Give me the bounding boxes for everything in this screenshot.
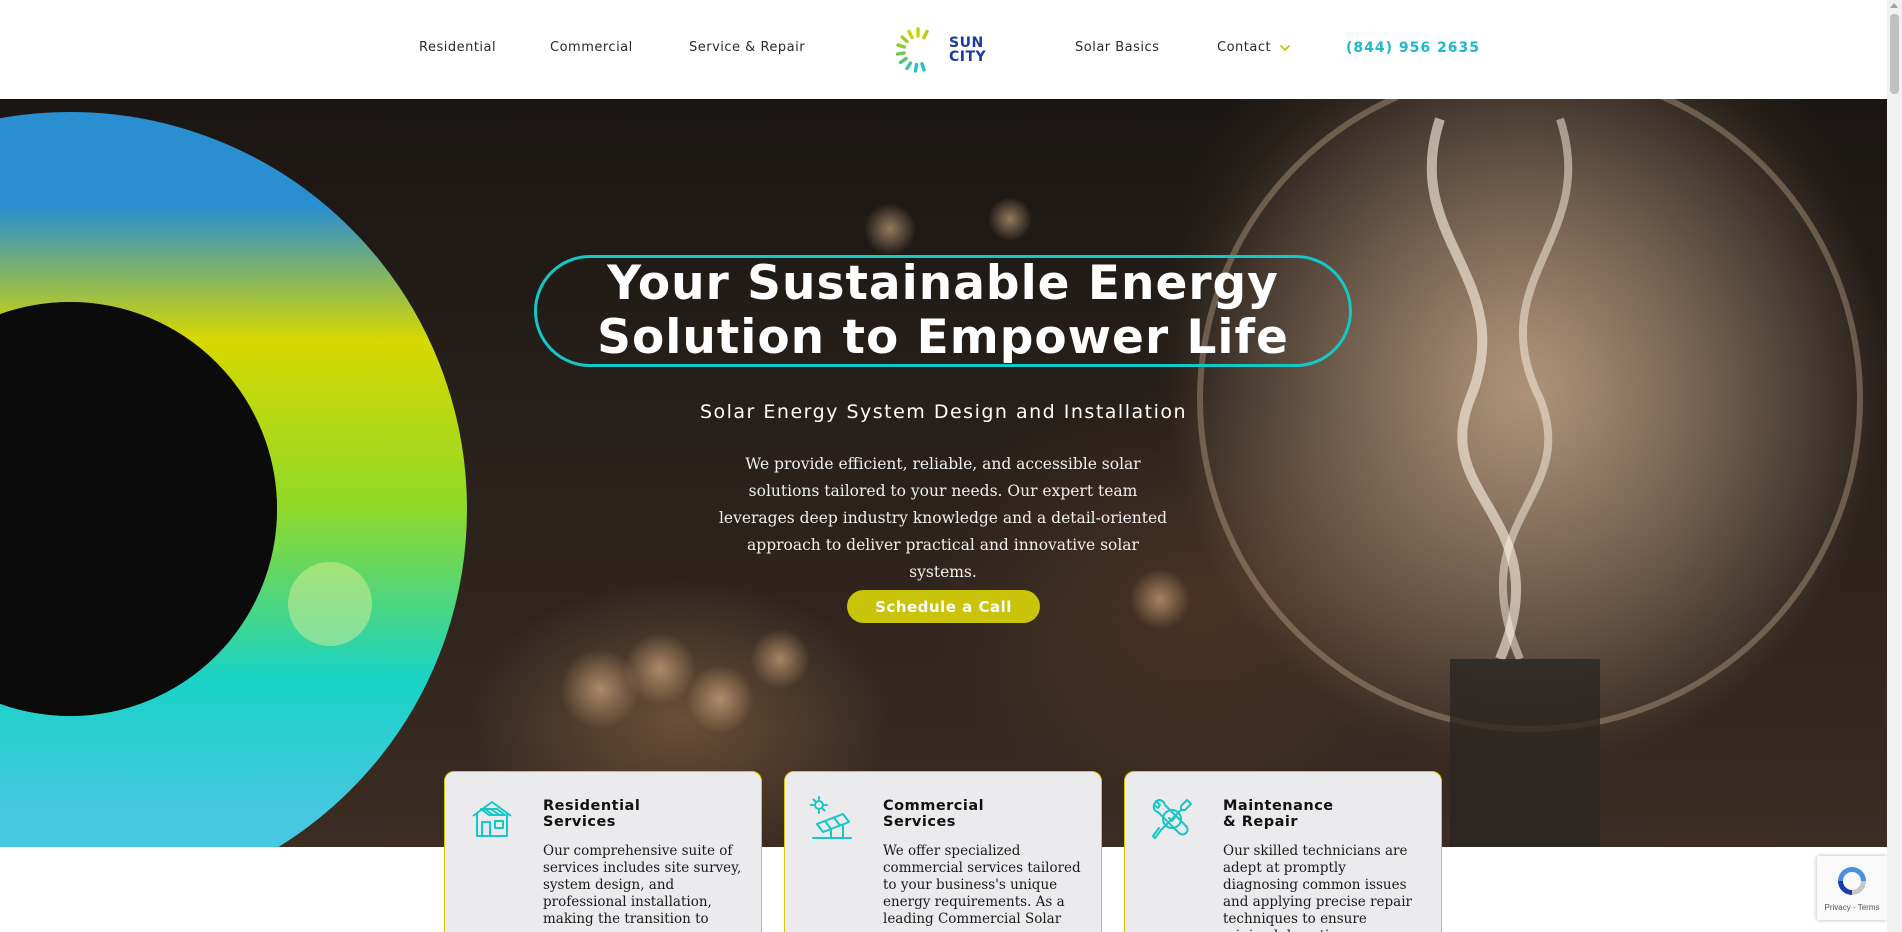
house-icon: [472, 801, 512, 837]
recaptcha-links: Privacy - Terms: [1817, 903, 1887, 912]
card-title-line-1: Residential: [543, 798, 641, 814]
card-title-line-2: Services: [543, 814, 616, 830]
nav-contact[interactable]: Contact: [1217, 40, 1291, 55]
recaptcha-separator: -: [1850, 903, 1858, 912]
card-title-line-2: & Repair: [1223, 814, 1298, 830]
card-title: Commercial Services: [883, 798, 1083, 830]
hero-subtitle: Solar Energy System Design and Installat…: [699, 401, 1188, 423]
service-card-commercial[interactable]: Commercial Services We offer specialized…: [784, 771, 1102, 932]
solar-panel-icon: [810, 796, 852, 839]
logo-line-sun: SUN: [949, 35, 984, 51]
card-text: Our comprehensive suite of services incl…: [543, 843, 742, 927]
chevron-down-icon: [1280, 44, 1290, 51]
hero-title: Your Sustainable Energy Solution to Empo…: [597, 257, 1289, 365]
nav-solar-basics[interactable]: Solar Basics: [1075, 40, 1159, 55]
nav-commercial[interactable]: Commercial: [550, 40, 633, 55]
nav-contact-label: Contact: [1217, 40, 1272, 55]
recaptcha-privacy-link[interactable]: Privacy: [1825, 903, 1851, 912]
recaptcha-terms-link[interactable]: Terms: [1858, 903, 1880, 912]
hero-description: We provide efficient, reliable, and acce…: [718, 455, 1168, 581]
card-title-line-1: Maintenance: [1223, 798, 1334, 814]
sun-burst-icon: [895, 27, 929, 73]
page: Residential Commercial Service & Repair: [0, 0, 1887, 932]
hero-section: Your Sustainable Energy Solution to Empo…: [0, 99, 1887, 847]
card-text: Our skilled technicians are adept at pro…: [1223, 843, 1412, 932]
site-header: Residential Commercial Service & Repair: [0, 0, 1887, 99]
wrench-screwdriver-icon: [1152, 799, 1192, 839]
phone-link[interactable]: (844) 956 2635: [1346, 40, 1480, 56]
card-title-line-2: Services: [883, 814, 956, 830]
page-scrollbar[interactable]: [1887, 0, 1902, 932]
card-text: We offer specialized commercial services…: [883, 843, 1081, 927]
service-card-residential[interactable]: Residential Services Our comprehensive s…: [444, 771, 762, 932]
service-card-maintenance[interactable]: Maintenance & Repair Our skilled technic…: [1124, 771, 1442, 932]
site-logo[interactable]: SUN CITY: [893, 24, 993, 76]
hero-title-line-1: Your Sustainable Energy: [607, 256, 1279, 311]
recaptcha-icon: [1838, 867, 1866, 895]
scroll-up-arrow[interactable]: [1890, 3, 1898, 8]
hero-title-frame: Your Sustainable Energy Solution to Empo…: [534, 255, 1352, 367]
nav-residential[interactable]: Residential: [419, 40, 496, 55]
recaptcha-badge[interactable]: Privacy - Terms: [1817, 856, 1887, 920]
card-title: Maintenance & Repair: [1223, 798, 1423, 830]
card-title: Residential Services: [543, 798, 743, 830]
logo-wordmark: SUN CITY: [949, 36, 986, 64]
hero-title-line-2: Solution to Empower Life: [597, 310, 1289, 365]
card-title-line-1: Commercial: [883, 798, 985, 814]
scroll-thumb[interactable]: [1890, 14, 1899, 94]
nav-service-repair[interactable]: Service & Repair: [689, 40, 805, 55]
logo-line-city: CITY: [949, 49, 987, 65]
schedule-call-button[interactable]: Schedule a Call: [847, 590, 1040, 623]
